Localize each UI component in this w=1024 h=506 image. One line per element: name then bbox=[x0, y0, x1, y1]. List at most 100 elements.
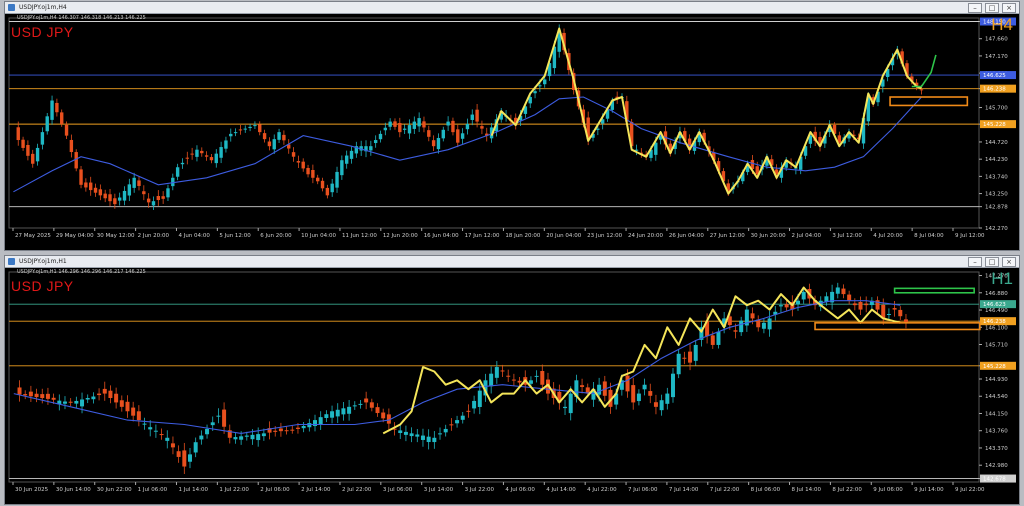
candle-body bbox=[477, 390, 482, 407]
candle-body bbox=[352, 405, 357, 407]
candle-body bbox=[21, 139, 25, 148]
candle-body bbox=[460, 133, 465, 139]
candle-body bbox=[68, 401, 73, 403]
candle-body bbox=[60, 112, 64, 124]
candle-body bbox=[436, 137, 441, 150]
candle-body bbox=[324, 414, 329, 419]
price-chart-h1[interactable]: 147.270146.880146.490146.238146.100145.7… bbox=[5, 268, 1019, 504]
moving-average-line bbox=[13, 96, 922, 193]
y-tick-label: 144.540 bbox=[985, 394, 1008, 400]
candle-body bbox=[528, 380, 533, 384]
candle-body bbox=[659, 400, 664, 411]
candle-body bbox=[676, 353, 681, 375]
candle-body bbox=[670, 373, 675, 398]
window-titlebar[interactable]: USDJPY.oj1m,H1 – □ × bbox=[5, 256, 1019, 268]
candle-body bbox=[119, 400, 124, 407]
x-tick-label: 4 Jul 22:00 bbox=[587, 487, 617, 493]
candle-body bbox=[125, 401, 130, 412]
candle-body bbox=[35, 147, 40, 162]
candle-body bbox=[26, 144, 30, 156]
close-button[interactable]: × bbox=[1002, 257, 1016, 267]
candle-body bbox=[88, 182, 93, 191]
candle-body bbox=[898, 309, 903, 317]
candle-body bbox=[45, 116, 49, 132]
candle-body bbox=[307, 423, 312, 428]
y-tick-label: 142.980 bbox=[985, 463, 1008, 469]
candle-body bbox=[248, 126, 252, 129]
candle-body bbox=[381, 412, 386, 419]
maximize-button[interactable]: □ bbox=[985, 3, 999, 13]
candle-body bbox=[648, 391, 653, 396]
candle-body bbox=[349, 150, 354, 159]
candle-body bbox=[858, 301, 863, 310]
candle-body bbox=[146, 198, 151, 203]
candle-body bbox=[417, 118, 421, 127]
x-tick-label: 4 Jul 14:00 bbox=[546, 487, 576, 493]
candle-body bbox=[272, 139, 276, 150]
x-tick-label: 2 Jul 04:00 bbox=[792, 233, 822, 239]
x-tick-label: 8 Jul 14:00 bbox=[792, 487, 822, 493]
candle-body bbox=[409, 433, 414, 437]
candle-body bbox=[122, 190, 127, 201]
target-zone-box bbox=[889, 96, 969, 107]
close-button[interactable]: × bbox=[1002, 3, 1016, 13]
y-tick-label: 146.490 bbox=[985, 308, 1008, 314]
candle-body bbox=[156, 196, 161, 201]
candle-body bbox=[98, 189, 103, 196]
candle-body bbox=[378, 133, 383, 140]
candle-body bbox=[193, 442, 198, 453]
minimize-button[interactable]: – bbox=[968, 3, 982, 13]
candle-body bbox=[278, 428, 283, 432]
candle-body bbox=[398, 122, 402, 133]
candle-body bbox=[427, 130, 431, 137]
candle-body bbox=[466, 410, 471, 412]
y-tick-label: 143.250 bbox=[985, 192, 1008, 198]
x-tick-label: 27 May 2025 bbox=[15, 233, 51, 239]
candle-body bbox=[506, 375, 511, 377]
candle-body bbox=[540, 371, 545, 385]
candle-body bbox=[654, 142, 658, 155]
x-tick-label: 7 Jul 14:00 bbox=[669, 487, 699, 493]
candle-body bbox=[103, 193, 107, 199]
candle-body bbox=[295, 427, 300, 429]
price-chart-h4[interactable]: 148.150147.660147.170146.680146.238145.7… bbox=[5, 14, 1019, 250]
price-tag-label: 146.625 bbox=[983, 73, 1006, 79]
x-tick-label: 7 Jul 06:00 bbox=[628, 487, 658, 493]
candle-body bbox=[383, 127, 388, 131]
y-tick-label: 146.100 bbox=[985, 325, 1008, 331]
maximize-button[interactable]: □ bbox=[985, 257, 999, 267]
minimize-button[interactable]: – bbox=[968, 257, 982, 267]
y-tick-label: 144.150 bbox=[985, 411, 1008, 417]
candle-body bbox=[148, 427, 153, 430]
candle-body bbox=[533, 91, 537, 94]
candle-body bbox=[420, 435, 425, 440]
candle-body bbox=[195, 149, 199, 157]
x-tick-label: 4 Jun 04:00 bbox=[178, 233, 210, 239]
candle-body bbox=[358, 403, 363, 405]
candle-body bbox=[229, 133, 233, 137]
candle-body bbox=[16, 127, 20, 141]
candle-body bbox=[388, 121, 392, 127]
candle-body bbox=[187, 454, 192, 462]
chart-window-h1[interactable]: USDJPY.oj1m,H1 – □ × 147.270 146.880 146.4… bbox=[4, 255, 1020, 505]
chart-window-h4[interactable]: USDJPY.oj1m,H4 – □ × 148.150147.660147.1… bbox=[4, 1, 1020, 251]
candle-body bbox=[273, 430, 278, 432]
candle-body bbox=[778, 305, 783, 307]
x-tick-label: 2 Jul 14:00 bbox=[301, 487, 331, 493]
candle-body bbox=[243, 128, 247, 130]
candle-body bbox=[161, 196, 165, 199]
candle-body bbox=[340, 160, 344, 176]
candle-body bbox=[180, 162, 185, 165]
window-titlebar[interactable]: USDJPY.oj1m,H4 – □ × bbox=[5, 2, 1019, 14]
candle-body bbox=[739, 320, 744, 333]
candle-body bbox=[166, 188, 170, 198]
candle-body bbox=[796, 300, 801, 305]
candle-body bbox=[284, 430, 289, 432]
x-tick-label: 5 Jun 12:00 bbox=[219, 233, 251, 239]
candle-body bbox=[784, 304, 789, 308]
candle-body bbox=[127, 184, 132, 196]
candle-body bbox=[415, 434, 420, 437]
candle-body bbox=[441, 129, 445, 139]
candle-body bbox=[176, 451, 181, 457]
candle-body bbox=[261, 433, 266, 437]
